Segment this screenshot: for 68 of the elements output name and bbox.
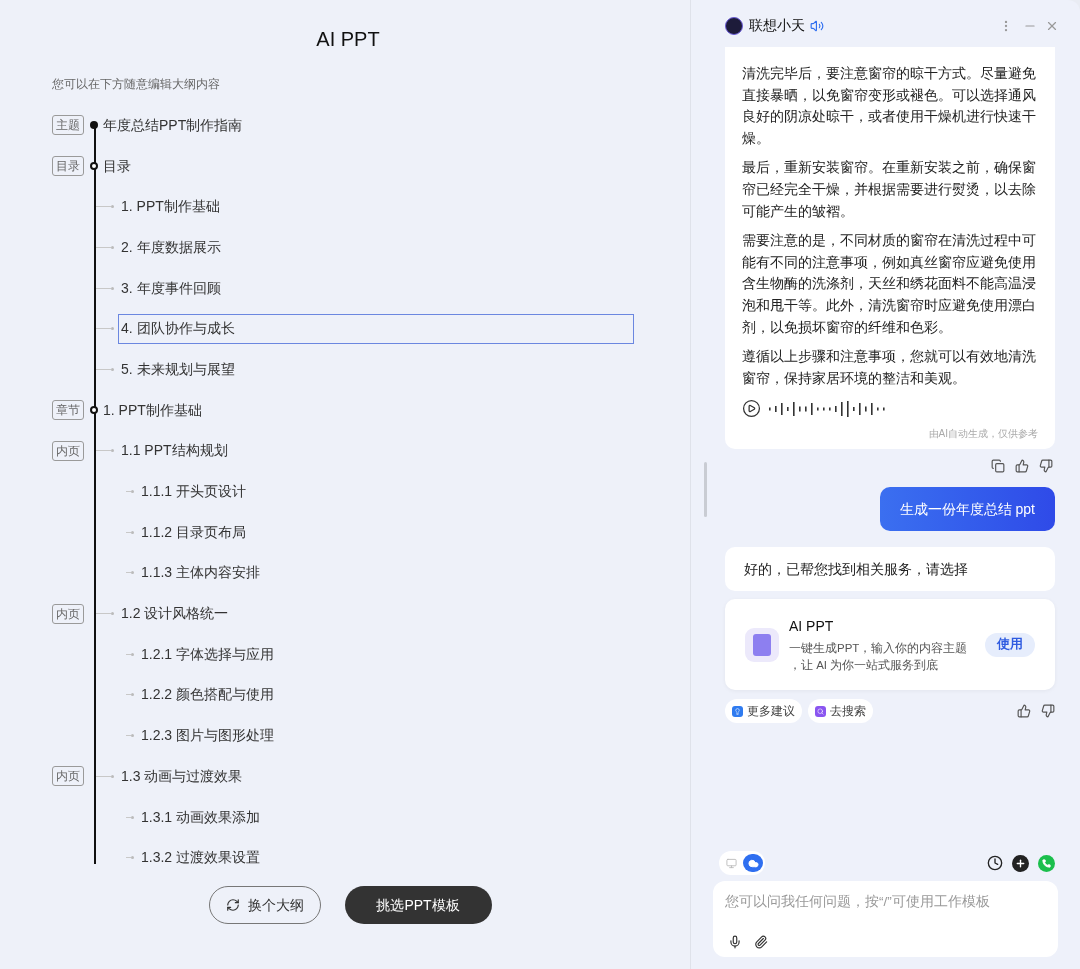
- suggestion-chip[interactable]: 更多建议: [725, 699, 802, 724]
- connector-line: [94, 245, 114, 249]
- resize-handle[interactable]: [704, 462, 707, 517]
- speaker-icon[interactable]: [810, 18, 824, 33]
- outline-item[interactable]: 1.1.3 主体内容安排: [138, 557, 654, 588]
- outline-item[interactable]: 1.2.2 颜色搭配与使用: [138, 679, 654, 710]
- outline-item[interactable]: 1. PPT制作基础: [118, 191, 634, 222]
- outline-item[interactable]: 1.3.2 过渡效果设置: [138, 842, 654, 873]
- outline-item[interactable]: 3. 年度事件回顾: [118, 273, 634, 304]
- connector-line: [94, 286, 114, 290]
- outline-tag: 内页: [52, 603, 84, 624]
- outline-item[interactable]: 1. PPT制作基础: [100, 395, 205, 426]
- copy-icon[interactable]: [991, 459, 1005, 474]
- service-description: ，让 AI 为你一站式服务到底: [789, 657, 940, 673]
- chat-input[interactable]: 您可以问我任何问题，按“/”可使用工作模板: [713, 881, 1058, 957]
- service-description: 一键生成PPT，输入你的内容主题: [789, 640, 969, 656]
- outline-item[interactable]: 1.3 动画与过渡效果: [118, 761, 634, 792]
- assistant-avatar: [725, 16, 743, 35]
- choose-template-button[interactable]: 挑选PPT模板: [344, 886, 492, 925]
- outline-tag: 目录: [52, 156, 84, 177]
- suggestion-chip[interactable]: 去搜索: [808, 699, 873, 724]
- answer-paragraph: 需要注意的是，不同材质的窗帘在清洗过程中可能有不同的注意事项，例如真丝窗帘应避免使用含生物酶的洗涤剂，天丝和绣花面料不能高温浸泡和甩干等。此外，清洗窗帘时应避免使用漂白剂，以免损坏窗帘的纤维和色彩。: [742, 231, 1037, 337]
- outline-tag: 内页: [52, 766, 84, 787]
- outline-item[interactable]: 1.2 设计风格统一: [118, 598, 634, 629]
- outline-item[interactable]: 2. 年度数据展示: [118, 232, 634, 263]
- add-icon[interactable]: [1012, 854, 1029, 872]
- thumbs-down-icon[interactable]: [1041, 704, 1055, 719]
- connector-line: [94, 774, 114, 778]
- outline-hint: 您可以在下方随意编辑大纲内容: [52, 76, 221, 93]
- outline-item[interactable]: 1.2.1 字体选择与应用: [138, 639, 654, 670]
- connector-line: [94, 367, 114, 371]
- outline-item[interactable]: 1.1.1 开头页设计: [138, 476, 654, 507]
- ppt-file-icon: [745, 627, 779, 662]
- service-title: AI PPT: [789, 616, 835, 636]
- outline-item[interactable]: 1.3.1 动画效果添加: [138, 802, 654, 833]
- answer-paragraph: 清洗完毕后，要注意窗帘的晾干方式。尽量避免直接暴晒，以免窗帘变形或褪色。可以选择通风良好的阴凉处晾干，或者使用干燥机进行快速干燥。: [742, 64, 1037, 148]
- connector-line: [94, 205, 114, 209]
- outline-item[interactable]: 5. 未来规划与展望: [118, 354, 634, 385]
- history-icon[interactable]: [987, 855, 1003, 871]
- reply-message: 好的，已帮您找到相关服务，请选择: [725, 547, 1055, 592]
- message-input[interactable]: 您可以问我任何问题，按“/”可使用工作模板: [725, 892, 1046, 913]
- user-message: 生成一份年度总结 ppt: [879, 487, 1055, 532]
- assistant-name: 联想小天: [749, 16, 805, 35]
- outline-item[interactable]: 年度总结PPT制作指南: [100, 110, 246, 141]
- thumbs-up-icon[interactable]: [1015, 459, 1029, 474]
- outline-item[interactable]: 1.2.3 图片与图形处理: [138, 720, 654, 751]
- outline-tag: 内页: [52, 440, 84, 461]
- use-button[interactable]: 使用: [985, 632, 1035, 657]
- page-title: AI PPT: [315, 27, 381, 50]
- outline-item[interactable]: 1.1 PPT结构规划: [118, 435, 634, 466]
- answer-paragraph: 遵循以上步骤和注意事项，您就可以有效地清洗窗帘，保持家居环境的整洁和美观。: [742, 347, 1037, 388]
- thumbs-down-icon[interactable]: [1039, 459, 1053, 474]
- refresh-icon: [225, 898, 240, 913]
- microphone-icon[interactable]: [728, 935, 742, 949]
- outline-tag: 章节: [52, 400, 84, 421]
- play-icon[interactable]: [742, 399, 761, 419]
- thumbs-up-icon[interactable]: [1017, 704, 1031, 719]
- outline-item[interactable]: 4. 团队协作与成长: [118, 313, 634, 344]
- outline-tag: 主题: [52, 115, 84, 136]
- connector-line: [94, 327, 114, 331]
- cloud-mode-icon[interactable]: [743, 854, 763, 872]
- outline-item[interactable]: 目录: [100, 151, 134, 182]
- ai-disclaimer: 由AI自动生成，仅供参考: [928, 427, 1038, 442]
- outline-item[interactable]: 1.1.2 目录页布局: [138, 517, 654, 548]
- attachment-icon[interactable]: [754, 935, 768, 949]
- connector-line: [94, 612, 114, 616]
- connector-line: [94, 449, 114, 453]
- answer-paragraph: 最后，重新安装窗帘。在重新安装之前，确保窗帘已经完全干燥，并根据需要进行熨烫，以去除可能产生的皱褶。: [742, 158, 1037, 221]
